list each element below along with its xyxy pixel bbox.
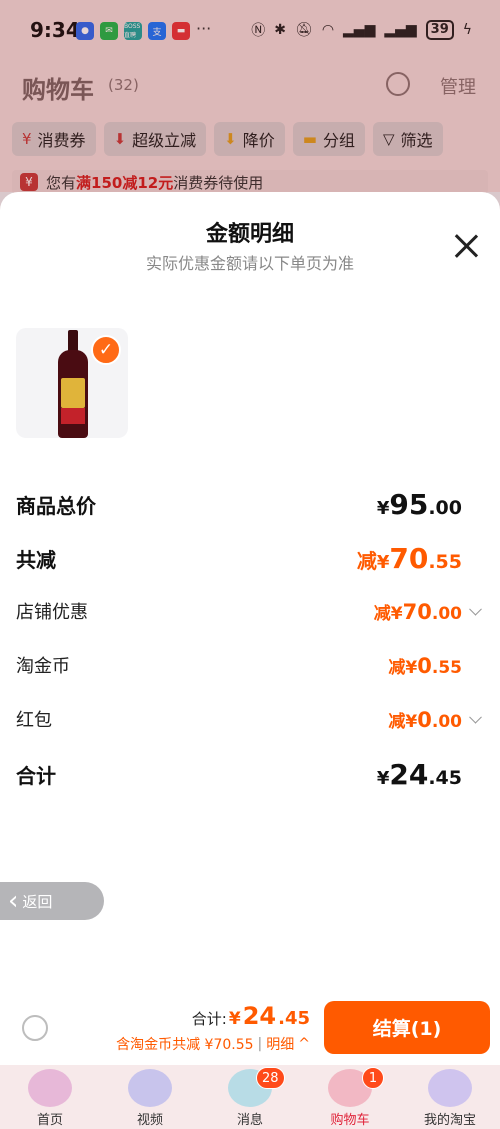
tab-label: 我的淘宝 (423, 1113, 476, 1128)
row-label: 淘金币 (16, 656, 70, 677)
row-taojinbi: 淘金币 减 ¥0.55 (16, 652, 484, 678)
tab-label: 首页 (36, 1113, 63, 1128)
tab-label: 视频 (136, 1113, 163, 1128)
amount-detail-sheet: 金额明细 实际优惠金额请以下单页为准 ✓ 商品总价 ¥95.00 共减 减 ¥70… (0, 192, 500, 1129)
back-button[interactable]: ‹ 返回 (0, 882, 104, 920)
tab-my-taobao[interactable]: 我的淘宝 (400, 1065, 500, 1129)
taojinbi-amount: 减 ¥0.55 (388, 653, 462, 678)
checkout-bar: 合计: ¥ 24 .45 含淘金币共减 ¥70.55 | 明细 ^ 结算(1) (0, 992, 500, 1065)
row-shop-discount[interactable]: 店铺优惠 减 ¥70.00 (16, 598, 484, 624)
tab-video[interactable]: 视频 (100, 1065, 200, 1129)
sheet-subtitle: 实际优惠金额请以下单页为准 (145, 254, 354, 273)
profile-mascot-icon (428, 1069, 472, 1107)
messages-badge: 28 (256, 1067, 285, 1089)
sum-amount: ¥24.45 (376, 758, 462, 791)
home-mascot-icon (28, 1069, 72, 1107)
back-label: 返回 (22, 892, 53, 911)
red-packet-amount: 减 ¥0.00 (388, 707, 462, 732)
chevron-up-icon: ^ (298, 1036, 310, 1052)
reduction-detail-link[interactable]: 含淘金币共减 ¥70.55 | 明细 ^ (116, 1034, 310, 1054)
tab-label: 购物车 (330, 1113, 370, 1128)
row-goods-total: 商品总价 ¥95.00 (16, 488, 484, 521)
bottom-tab-bar: 首页 视频 28 消息 1 购物车 我的淘宝 (0, 1065, 500, 1129)
row-red-packet[interactable]: 红包 减 ¥0.00 (16, 706, 484, 732)
cart-badge: 1 (362, 1067, 384, 1089)
sheet-title: 金额明细 (205, 222, 294, 247)
tab-home[interactable]: 首页 (0, 1065, 100, 1129)
selected-check-icon: ✓ (91, 335, 121, 365)
select-all-checkbox[interactable] (22, 1015, 48, 1041)
row-sum: 合计 ¥24.45 (16, 758, 484, 791)
row-label: 合计 (16, 764, 56, 788)
row-label: 商品总价 (16, 494, 96, 518)
tab-messages[interactable]: 28 消息 (200, 1065, 300, 1129)
row-total-reduction: 共减 减 ¥70.55 (16, 542, 484, 575)
chevron-left-icon: ‹ (8, 886, 19, 916)
goods-total-amount: ¥95.00 (376, 488, 462, 521)
shop-discount-amount: 减 ¥70.00 (373, 599, 462, 624)
checkout-button[interactable]: 结算(1) (324, 1001, 490, 1054)
video-mascot-icon (128, 1069, 172, 1107)
tab-cart[interactable]: 1 购物车 (300, 1065, 400, 1129)
tab-label: 消息 (236, 1113, 263, 1128)
total-reduction-amount: 减 ¥70.55 (356, 542, 462, 575)
checkout-total: 合计: ¥ 24 .45 (191, 1002, 310, 1030)
row-label: 共减 (16, 548, 56, 572)
close-icon[interactable] (452, 232, 480, 260)
row-label: 店铺优惠 (16, 602, 88, 623)
row-label: 红包 (16, 710, 52, 731)
soy-sauce-bottle-image (58, 328, 88, 438)
